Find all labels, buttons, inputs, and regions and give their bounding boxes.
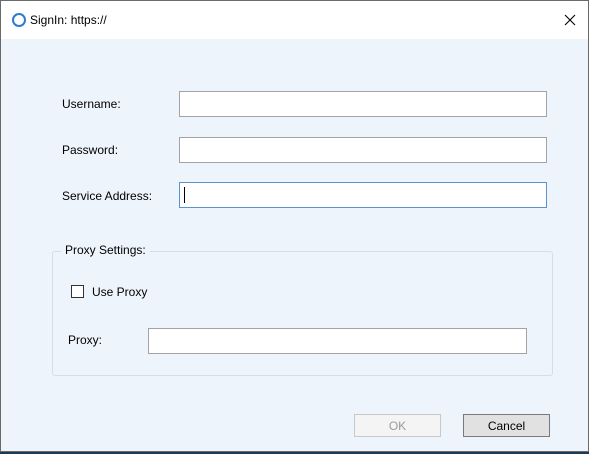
- password-label: Password:: [62, 143, 119, 157]
- username-field[interactable]: [179, 91, 547, 117]
- password-field[interactable]: [179, 137, 547, 163]
- proxy-settings-group: [52, 251, 553, 376]
- ring-icon: [12, 13, 26, 27]
- service-address-label: Service Address:: [62, 189, 153, 203]
- ok-button[interactable]: OK: [354, 414, 441, 437]
- use-proxy-label[interactable]: Use Proxy: [92, 285, 147, 299]
- proxy-settings-label: Proxy Settings:: [61, 243, 150, 257]
- proxy-label: Proxy:: [68, 333, 103, 347]
- use-proxy-checkbox[interactable]: [71, 285, 84, 298]
- signin-dialog: SignIn: https:// Username: Password: Ser…: [0, 0, 589, 452]
- window-title: SignIn: https://: [30, 13, 107, 27]
- close-button[interactable]: [552, 1, 588, 39]
- service-address-field[interactable]: [179, 182, 547, 208]
- username-label: Username:: [62, 97, 121, 111]
- title-bar: SignIn: https://: [1, 1, 588, 39]
- cancel-button[interactable]: Cancel: [463, 414, 550, 437]
- text-caret: [184, 187, 185, 203]
- close-icon: [564, 14, 576, 26]
- proxy-field[interactable]: [148, 328, 527, 354]
